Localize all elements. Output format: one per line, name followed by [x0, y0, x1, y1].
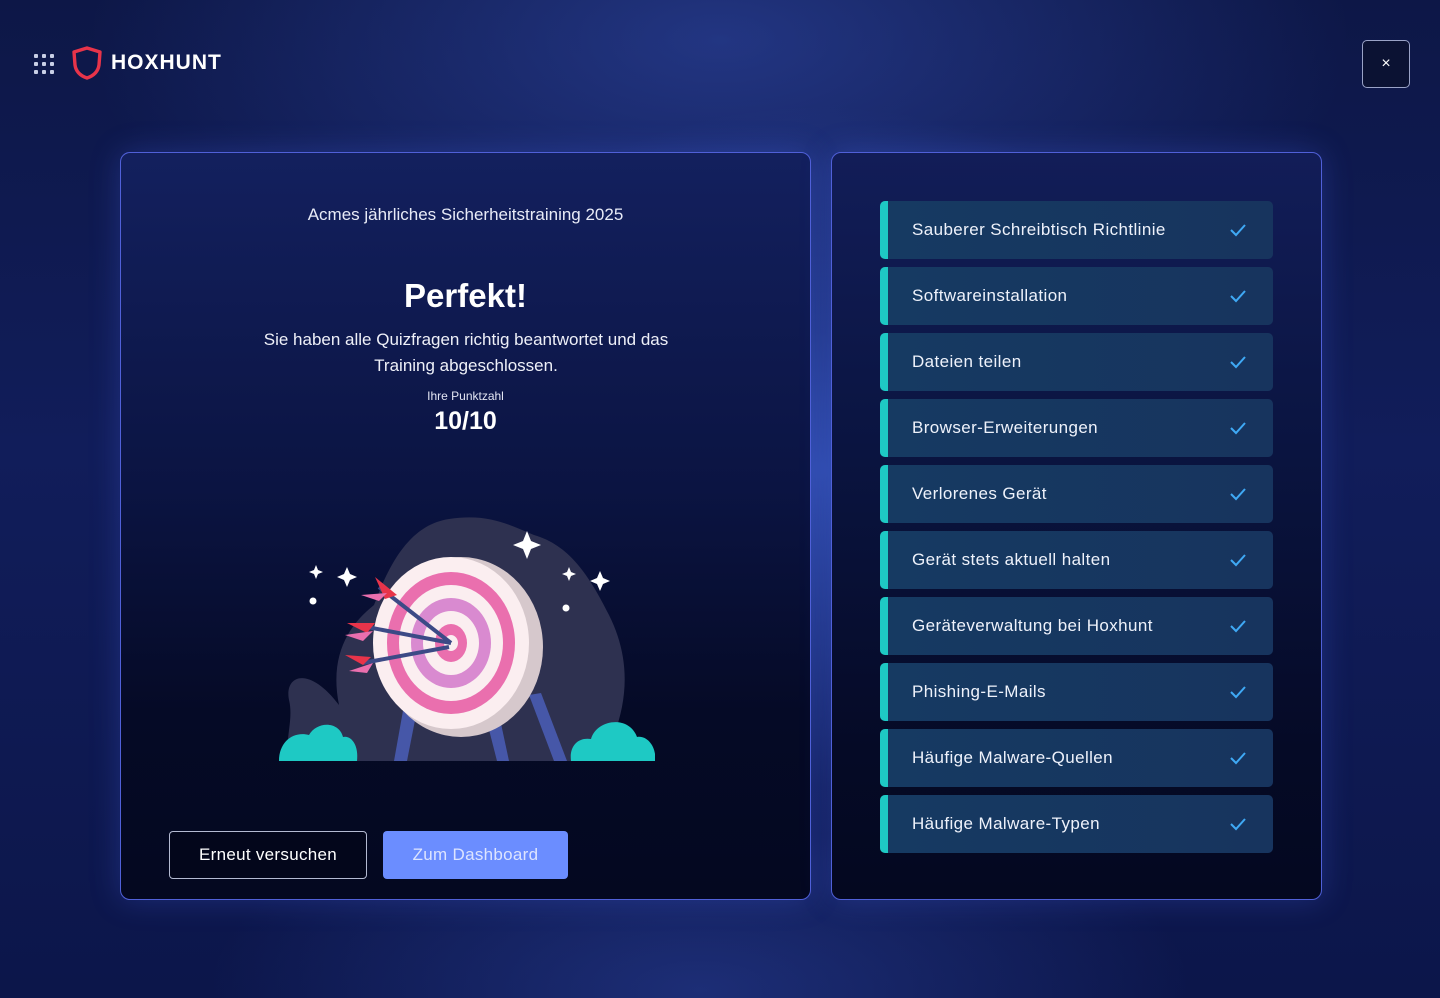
topic-item[interactable]: Gerät stets aktuell halten [880, 531, 1273, 589]
topic-list: Sauberer Schreibtisch Richtlinie Softwar… [880, 201, 1273, 861]
topic-label: Gerät stets aktuell halten [912, 550, 1111, 569]
topic-item[interactable]: Verlorenes Gerät [880, 465, 1273, 523]
topic-item[interactable]: Häufige Malware-Quellen [880, 729, 1273, 787]
apps-grid-icon[interactable] [34, 54, 54, 74]
topic-item[interactable]: Sauberer Schreibtisch Richtlinie [880, 201, 1273, 259]
check-icon [1230, 488, 1246, 501]
check-icon [1230, 818, 1246, 831]
score-value: 10/10 [434, 407, 497, 435]
topic-item[interactable]: Dateien teilen [880, 333, 1273, 391]
topic-label: Geräteverwaltung bei Hoxhunt [912, 616, 1153, 635]
brand-name: HOXHUNT [111, 51, 222, 74]
check-icon [1230, 356, 1246, 369]
close-button[interactable]: × [1362, 40, 1410, 88]
topic-item[interactable]: Geräteverwaltung bei Hoxhunt [880, 597, 1273, 655]
brand-logo: HOXHUNT [71, 46, 222, 80]
top-bar: HOXHUNT × [0, 0, 1440, 128]
topic-label: Verlorenes Gerät [912, 484, 1047, 503]
course-title: Acmes jährliches Sicherheitstraining 202… [307, 205, 624, 224]
check-icon [1230, 620, 1246, 633]
topic-item[interactable]: Phishing-E-Mails [880, 663, 1273, 721]
topic-label: Sauberer Schreibtisch Richtlinie [912, 220, 1166, 239]
check-icon [1230, 290, 1246, 303]
check-icon [1230, 224, 1246, 237]
result-message: Sie haben alle Quizfragen richtig beantw… [263, 330, 669, 375]
topic-item[interactable]: Browser-Erweiterungen [880, 399, 1273, 457]
topic-label: Dateien teilen [912, 352, 1022, 371]
check-icon [1230, 752, 1246, 765]
topic-label: Browser-Erweiterungen [912, 418, 1099, 437]
topic-label: Phishing-E-Mails [912, 682, 1046, 701]
topic-item[interactable]: Softwareinstallation [880, 267, 1273, 325]
dashboard-button[interactable]: Zum Dashboard [383, 831, 568, 879]
result-panel: Acmes jährliches Sicherheitstraining 202… [120, 152, 811, 900]
check-icon [1230, 422, 1246, 435]
topic-label: Häufige Malware-Quellen [912, 748, 1114, 767]
check-icon [1230, 554, 1246, 567]
topics-panel: Sauberer Schreibtisch Richtlinie Softwar… [831, 152, 1322, 900]
target-illustration [279, 517, 655, 761]
score-label: Ihre Punktzahl [427, 389, 504, 403]
topic-item[interactable]: Häufige Malware-Typen [880, 795, 1273, 853]
shield-logo-icon [72, 46, 102, 80]
topic-label: Softwareinstallation [912, 286, 1068, 305]
check-icon [1230, 686, 1246, 699]
retry-button[interactable]: Erneut versuchen [169, 831, 367, 879]
result-headline: Perfekt! [404, 277, 527, 314]
topic-label: Häufige Malware-Typen [912, 814, 1100, 833]
